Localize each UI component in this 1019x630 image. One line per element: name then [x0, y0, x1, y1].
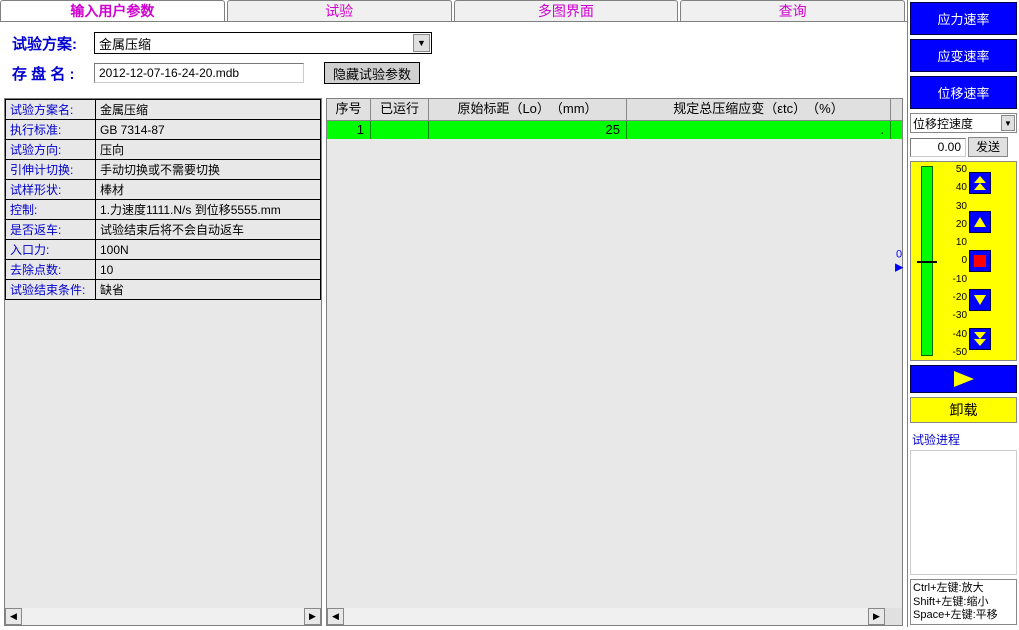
- param-row: 入口力:100N: [6, 240, 321, 260]
- speed-slider-panel: 0 ▶ 50 40 30 20 10 0 -10 -20 -30 -40 -50: [910, 161, 1017, 361]
- param-row: 去除点数:10: [6, 260, 321, 280]
- up-button[interactable]: [969, 211, 991, 233]
- fast-up-button[interactable]: [969, 172, 991, 194]
- tab-test[interactable]: 试验: [227, 0, 452, 21]
- help-text: Ctrl+左键:放大Shift+左键:缩小Space+左键:平移: [910, 579, 1017, 625]
- scroll-left-icon[interactable]: ◀: [5, 608, 22, 625]
- chevron-down-icon: ▼: [1001, 115, 1015, 131]
- displacement-rate-button[interactable]: 位移速率: [910, 76, 1017, 109]
- data-panel: 序号 已运行 原始标距（Lo） （mm） 规定总压缩应变（εtc） （%） 1 2…: [326, 98, 903, 626]
- param-value: 手动切换或不需要切换: [96, 160, 321, 180]
- strain-rate-button[interactable]: 应变速率: [910, 39, 1017, 72]
- save-name-input[interactable]: [94, 63, 304, 83]
- control-value-input[interactable]: [910, 138, 966, 157]
- param-value: 金属压缩: [96, 100, 321, 120]
- progress-box: [910, 450, 1017, 575]
- tab-input-params[interactable]: 输入用户参数: [0, 0, 225, 21]
- scroll-left-icon[interactable]: ◀: [327, 608, 344, 625]
- param-value: 1.力速度1111.N/s 到位移5555.mm: [96, 200, 321, 220]
- col-etc: 规定总压缩应变（εtc） （%）: [627, 99, 891, 120]
- param-value: 10: [96, 260, 321, 280]
- param-row: 试验结束条件:缺省: [6, 280, 321, 300]
- col-lo: 原始标距（Lo） （mm）: [429, 99, 627, 120]
- hide-params-button[interactable]: 隐藏试验参数: [324, 62, 420, 84]
- chevron-down-icon: ▼: [413, 34, 430, 52]
- params-hscroll[interactable]: ◀ ▶: [5, 608, 321, 625]
- param-key: 试样形状:: [6, 180, 96, 200]
- param-key: 是否返车:: [6, 220, 96, 240]
- control-mode-value: 位移控速度: [913, 115, 973, 132]
- param-row: 是否返车:试验结束后将不会自动返车: [6, 220, 321, 240]
- play-icon: [954, 371, 974, 387]
- param-key: 控制:: [6, 200, 96, 220]
- param-row: 控制:1.力速度1111.N/s 到位移5555.mm: [6, 200, 321, 220]
- slider-tick: 20: [943, 219, 967, 230]
- param-key: 试验方案名:: [6, 100, 96, 120]
- scroll-right-icon[interactable]: ▶: [868, 608, 885, 625]
- tab-query[interactable]: 查询: [680, 0, 905, 21]
- progress-label: 试验进程: [912, 431, 1015, 448]
- slider-tick: -50: [943, 347, 967, 358]
- param-key: 引伸计切换:: [6, 160, 96, 180]
- param-row: 执行标准:GB 7314-87: [6, 120, 321, 140]
- param-row: 试样形状:棒材: [6, 180, 321, 200]
- param-key: 试验结束条件:: [6, 280, 96, 300]
- slider-tick: 50: [943, 164, 967, 175]
- stress-rate-button[interactable]: 应力速率: [910, 2, 1017, 35]
- data-hscroll[interactable]: ◀ ▶: [327, 608, 885, 625]
- speed-slider[interactable]: 0 ▶: [913, 166, 941, 356]
- plan-value: 金属压缩: [99, 34, 151, 53]
- slider-tick: 10: [943, 237, 967, 248]
- fast-down-button[interactable]: [969, 328, 991, 350]
- slider-tick: -20: [943, 292, 967, 303]
- run-button[interactable]: [910, 365, 1017, 393]
- control-mode-select[interactable]: 位移控速度 ▼: [910, 113, 1017, 133]
- param-value: 试验结束后将不会自动返车: [96, 220, 321, 240]
- slider-tick: -30: [943, 310, 967, 321]
- param-value: GB 7314-87: [96, 120, 321, 140]
- cell: [371, 121, 429, 139]
- params-panel: 试验方案名:金属压缩执行标准:GB 7314-87试验方向:压向引伸计切换:手动…: [4, 98, 322, 626]
- param-key: 入口力:: [6, 240, 96, 260]
- scroll-right-icon[interactable]: ▶: [304, 608, 321, 625]
- cell: 1: [327, 121, 371, 139]
- table-row[interactable]: 1 25.: [327, 121, 902, 139]
- save-label: 存 盘 名 :: [12, 63, 94, 84]
- plan-select[interactable]: 金属压缩 ▼: [94, 32, 432, 54]
- slider-tick: -10: [943, 274, 967, 285]
- param-row: 试验方案名:金属压缩: [6, 100, 321, 120]
- param-value: 100N: [96, 240, 321, 260]
- param-value: 压向: [96, 140, 321, 160]
- slider-tick: -40: [943, 329, 967, 340]
- param-key: 执行标准:: [6, 120, 96, 140]
- stop-button[interactable]: [969, 250, 991, 272]
- cell: .: [627, 121, 891, 139]
- send-button[interactable]: 发送: [968, 137, 1008, 157]
- slider-tick: 30: [943, 201, 967, 212]
- cell: 25: [429, 121, 627, 139]
- down-button[interactable]: [969, 289, 991, 311]
- col-seq: 序号: [327, 99, 371, 120]
- param-value: 棒材: [96, 180, 321, 200]
- param-key: 去除点数:: [6, 260, 96, 280]
- tab-multi-chart[interactable]: 多图界面: [454, 0, 679, 21]
- col-run: 已运行: [371, 99, 429, 120]
- slider-tick: 0: [943, 255, 967, 266]
- param-row: 试验方向:压向: [6, 140, 321, 160]
- param-value: 缺省: [96, 280, 321, 300]
- plan-label: 试验方案:: [12, 33, 94, 54]
- param-row: 引伸计切换:手动切换或不需要切换: [6, 160, 321, 180]
- slider-tick: 40: [943, 182, 967, 193]
- slider-zero-marker: 0 ▶: [895, 249, 903, 274]
- param-key: 试验方向:: [6, 140, 96, 160]
- unload-button[interactable]: 卸载: [910, 397, 1017, 423]
